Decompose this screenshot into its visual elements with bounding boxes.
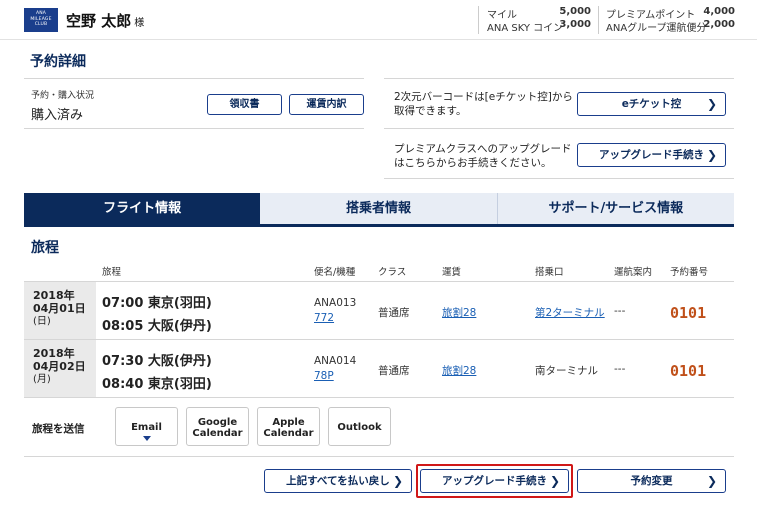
booking-status-value: 購入済み xyxy=(31,108,84,123)
divider xyxy=(24,78,364,79)
fare-link[interactable]: 旅割28 xyxy=(442,363,476,378)
flight-year: 2018年 xyxy=(33,289,75,302)
change-reservation-button[interactable]: 予約変更 ❯ xyxy=(577,469,726,493)
email-button[interactable]: Email xyxy=(115,407,178,446)
receipt-button[interactable]: 領収書 xyxy=(207,94,282,115)
upgrade-button-label: アップグレード手続き xyxy=(599,149,704,161)
gate-info: 南ターミナル xyxy=(535,365,598,377)
user-honorific: 様 xyxy=(134,18,145,29)
flight-year: 2018年 xyxy=(33,347,75,360)
col-operations: 運航案内 xyxy=(614,267,653,278)
chevron-right-icon: ❯ xyxy=(549,474,560,488)
upgrade-note-line2: はこちらからお手続きください。 xyxy=(394,157,552,169)
gate-link[interactable]: 第2ターミナル xyxy=(535,305,605,320)
col-gate: 搭乗口 xyxy=(535,267,564,278)
eticket-button-label: eチケット控 xyxy=(621,98,682,110)
eticket-button[interactable]: eチケット控 ❯ xyxy=(577,92,726,116)
user-name: 空野 太郎様 xyxy=(66,10,144,31)
col-reservation-no: 予約番号 xyxy=(670,267,709,278)
divider xyxy=(24,128,364,129)
departure: 07:00 東京(羽田) xyxy=(102,296,212,311)
col-class: クラス xyxy=(378,267,407,278)
operations-status: --- xyxy=(614,305,626,317)
eticket-note-line1: 2次元バーコードは[eチケット控]から xyxy=(394,91,573,103)
upgrade-procedure-label: アップグレード手続き xyxy=(442,475,547,487)
reservation-number: 0101 xyxy=(670,362,707,380)
apple-calendar-line2: Calendar xyxy=(263,428,314,439)
flight-weekday: (日) xyxy=(33,316,51,327)
premium-points-value: 4,000 xyxy=(703,6,735,17)
google-calendar-button[interactable]: Google Calendar xyxy=(186,407,249,446)
google-calendar-line2: Calendar xyxy=(192,428,243,439)
upgrade-procedure-button-top[interactable]: アップグレード手続き ❯ xyxy=(577,143,726,167)
tab-flight-info[interactable]: フライト情報 xyxy=(24,193,261,224)
col-itinerary: 旅程 xyxy=(102,267,122,278)
logo-line-3: CLUB xyxy=(34,22,48,27)
divider xyxy=(384,128,734,129)
chevron-right-icon: ❯ xyxy=(392,474,403,488)
table-row: 2018年 04月01日 (日) 07:00 東京(羽田) 08:05 大阪(伊… xyxy=(24,281,734,339)
booking-status-label: 予約・購入状況 xyxy=(31,91,95,101)
arrival: 08:40 東京(羽田) xyxy=(102,377,212,392)
divider xyxy=(24,456,734,457)
outlook-button[interactable]: Outlook xyxy=(328,407,391,446)
apple-calendar-button[interactable]: Apple Calendar xyxy=(257,407,320,446)
flight-month-day: 04月02日 xyxy=(33,360,86,373)
upgrade-note-line1: プレミアムクラスへのアップグレード xyxy=(394,143,572,155)
reservation-number: 0101 xyxy=(670,304,707,322)
eticket-note-line2: 取得できます。 xyxy=(394,105,467,117)
sky-coin-value: 3,000 xyxy=(559,19,591,30)
flight-weekday: (月) xyxy=(33,374,51,385)
arrival: 08:05 大阪(伊丹) xyxy=(102,319,212,334)
detail-tabs: フライト情報 搭乗者情報 サポート/サービス情報 xyxy=(24,193,734,227)
tab-support-services[interactable]: サポート/サービス情報 xyxy=(497,193,734,224)
outlook-label: Outlook xyxy=(337,422,382,433)
flight-number: ANA014 xyxy=(314,355,357,367)
chevron-right-icon: ❯ xyxy=(706,97,717,111)
refund-all-button[interactable]: 上記すべてを払い戻し ❯ xyxy=(264,469,412,493)
miles-coins-panel: マイル 5,000 ANA SKY コイン 3,000 xyxy=(478,6,591,34)
aircraft-link[interactable]: 772 xyxy=(314,312,334,324)
aircraft-link[interactable]: 78P xyxy=(314,370,334,382)
miles-value: 5,000 xyxy=(559,6,591,17)
divider xyxy=(384,78,734,79)
fare-breakdown-button[interactable]: 運賃内訳 xyxy=(289,94,364,115)
seat-class: 普通席 xyxy=(378,307,410,319)
change-reservation-label: 予約変更 xyxy=(630,475,673,487)
apple-calendar-line1: Apple xyxy=(272,417,305,428)
google-calendar-line1: Google xyxy=(197,417,238,428)
flight-date: 2018年 04月02日 (月) xyxy=(24,340,96,397)
dropdown-arrow-icon xyxy=(142,436,151,441)
departure: 07:30 大阪(伊丹) xyxy=(102,354,212,369)
col-flight-aircraft: 便名/機種 xyxy=(314,267,356,278)
group-flights-label: ANAグループ運航便分 xyxy=(606,23,707,34)
eticket-note: 2次元バーコードは[eチケット控]から 取得できます。 xyxy=(394,90,573,118)
flight-month-day: 04月01日 xyxy=(33,302,86,315)
premium-points-panel: プレミアムポイント 4,000 ANAグループ運航便分 2,000 xyxy=(598,6,735,34)
tab-passenger-info[interactable]: 搭乗者情報 xyxy=(260,193,498,224)
group-flights-value: 2,000 xyxy=(703,19,735,30)
chevron-right-icon: ❯ xyxy=(706,148,717,162)
user-name-text: 空野 太郎 xyxy=(66,12,132,30)
refund-all-label: 上記すべてを払い戻し xyxy=(286,475,390,487)
table-row: 2018年 04月02日 (月) 07:30 大阪(伊丹) 08:40 東京(羽… xyxy=(24,339,734,397)
flight-number: ANA013 xyxy=(314,297,357,309)
divider xyxy=(384,178,734,179)
divider xyxy=(24,397,734,398)
operations-status: --- xyxy=(614,363,626,375)
upgrade-procedure-button[interactable]: アップグレード手続き ❯ xyxy=(420,469,569,493)
chevron-right-icon: ❯ xyxy=(706,474,717,488)
flight-date: 2018年 04月01日 (日) xyxy=(24,282,96,339)
top-bar: ANA MILEAGE CLUB 空野 太郎様 マイル 5,000 ANA SK… xyxy=(0,0,757,40)
upgrade-note: プレミアムクラスへのアップグレード はこちらからお手続きください。 xyxy=(394,142,572,170)
send-itinerary-label: 旅程を送信 xyxy=(32,423,85,435)
itinerary-title: 旅程 xyxy=(31,240,59,256)
page-title: 予約詳細 xyxy=(30,54,86,70)
ana-mileage-club-logo[interactable]: ANA MILEAGE CLUB xyxy=(24,8,58,32)
email-label: Email xyxy=(131,422,162,433)
fare-link[interactable]: 旅割28 xyxy=(442,305,476,320)
seat-class: 普通席 xyxy=(378,365,410,377)
col-fare: 運賃 xyxy=(442,267,462,278)
